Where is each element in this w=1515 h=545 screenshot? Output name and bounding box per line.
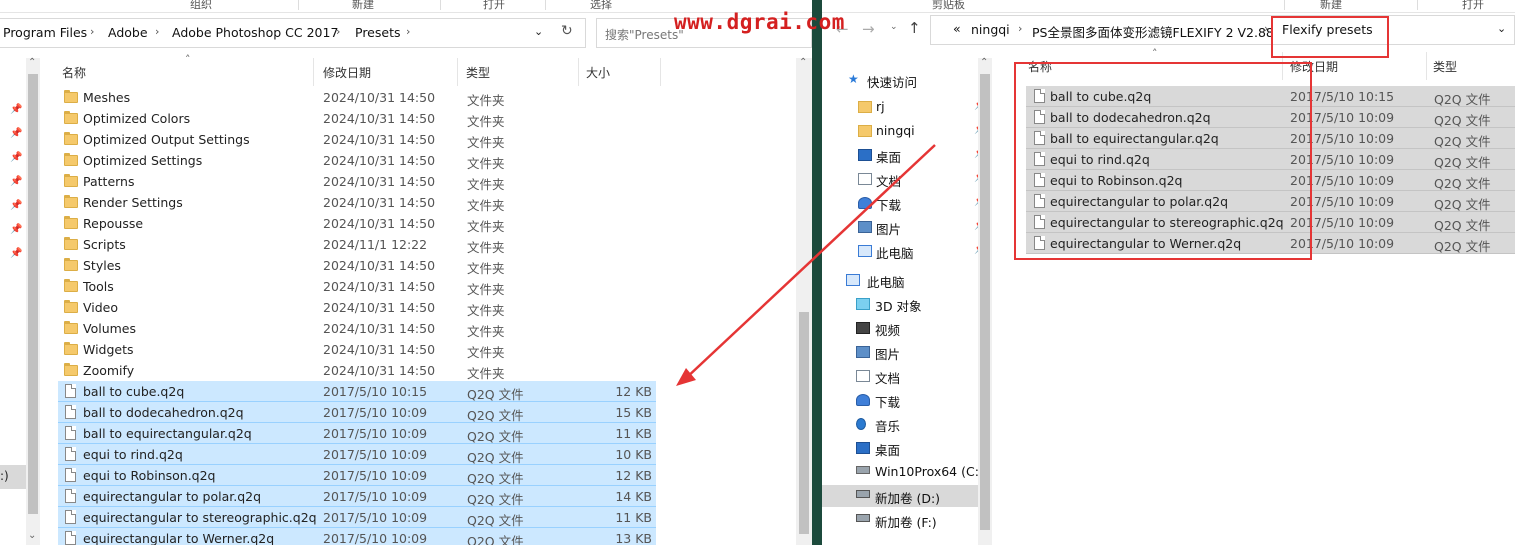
watermark-text: www.dgrai.com: [674, 10, 845, 34]
annotation-arrow: [676, 144, 936, 386]
